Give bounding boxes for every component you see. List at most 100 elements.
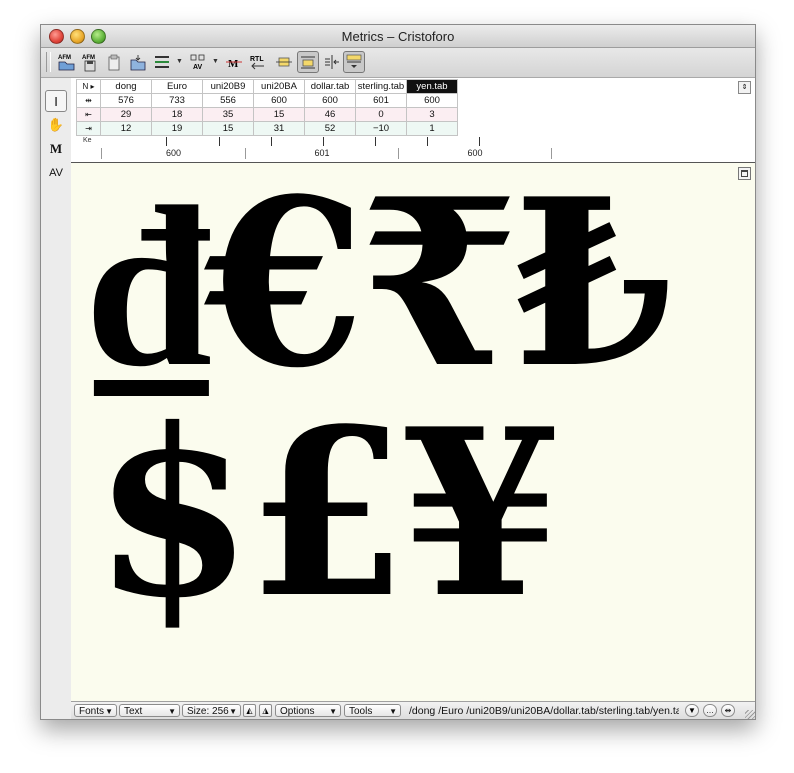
glyph-name-cell[interactable]: uni20B9 [202,79,254,94]
left-bearing-cell[interactable]: 18 [151,107,203,122]
left-bearing-cell[interactable]: 46 [304,107,356,122]
metrics-collapse-icon[interactable]: ⇕ [738,81,751,94]
options-select-label: Options [280,706,315,717]
ruler-value: 600 [398,148,551,159]
glyph-string-field[interactable]: /dong /Euro /uni20B9/uni20BA/dollar.tab/… [409,705,679,718]
ruler-end [551,148,552,159]
kern-tick [375,137,376,146]
paste-button[interactable] [127,51,149,73]
glyph-sterling-tab[interactable]: £ [247,399,407,629]
kerning-tool-button[interactable]: AV [45,162,67,184]
options-select[interactable]: Options ▼ [275,704,341,717]
right-bearing-cell[interactable]: −10 [355,121,407,136]
size-select[interactable]: Size: 256 ▼ [182,704,241,717]
outline-view-button[interactable]: ◭ [243,704,256,717]
left-bearing-cell[interactable]: 0 [355,107,407,122]
save-afm-button[interactable]: AFM [79,51,101,73]
metrics-m-icon: M [49,141,63,156]
kern-row[interactable] [101,135,521,148]
canvas-toggle-icon[interactable] [738,167,751,180]
width-cell[interactable]: 556 [202,93,254,108]
metrics-menu-button[interactable] [151,51,173,73]
clipboard-icon [108,54,120,71]
glyph-name-cell[interactable]: Euro [151,79,203,94]
metrics-tool-button[interactable]: M [45,138,67,160]
chevron-down-icon: ▼ [229,707,237,716]
outline-view-icon: ◭ [246,706,253,715]
kern-tick [166,137,167,146]
left-bearing-row: ⇤ 29 18 35 15 46 0 3 [76,107,458,122]
left-bearing-cell[interactable]: 35 [202,107,254,122]
width-row: ⇹ 576 733 556 600 600 601 600 [76,93,458,108]
metrics-window: Metrics – Cristoforo AFM AFM ▼ AV ▼ M RT… [40,24,756,720]
glyph-name-cell[interactable]: dollar.tab [304,79,356,94]
width-cell[interactable]: 600 [406,93,458,108]
status-bar: Fonts ▼ Text ▼ Size: 256 ▼ ◭ ◮ Options ▼ Too… [71,701,755,719]
glyph-lira[interactable]: ₺ [513,169,673,399]
more-button[interactable]: … [703,704,717,717]
align-left-button[interactable] [321,51,343,73]
chevron-down-icon: ▼ [329,707,337,716]
glyph-preview-canvas[interactable]: ₫€₹₺ $£¥ [71,163,755,701]
width-cell[interactable]: 600 [253,93,305,108]
fill-view-icon: ◮ [262,706,269,715]
kern-tick [479,137,480,146]
left-bearing-cell[interactable]: 29 [100,107,152,122]
kern-tick [271,137,272,146]
glyph-name-cell[interactable]: uni20BA [253,79,305,94]
kern-tick [219,137,220,146]
fonts-select[interactable]: Fonts ▼ [74,704,117,717]
glyph-rupee[interactable]: ₹ [359,169,519,399]
left-bearing-cell[interactable]: 3 [406,107,458,122]
left-bearing-icon: ⇤ [76,107,101,122]
width-ruler: 600 601 600 [71,148,755,160]
resize-grip-icon[interactable] [745,710,755,719]
direction-icon: ⇹ [724,706,732,715]
ruler-value: 600 [101,148,245,159]
right-bearing-cell[interactable]: 31 [253,121,305,136]
show-metrics-button[interactable] [297,51,319,73]
right-bearing-cell[interactable]: 15 [202,121,254,136]
right-bearing-cell[interactable]: 12 [100,121,152,136]
copy-button[interactable] [103,51,125,73]
glyph-euro[interactable]: € [205,169,365,399]
glyph-yen-tab[interactable]: ¥ [401,399,561,629]
right-bearing-row: ⇥ 12 19 15 31 52 −10 1 [76,121,458,136]
rtl-toggle-button[interactable]: ⇹ [721,704,735,717]
right-bearing-cell[interactable]: 52 [304,121,356,136]
width-cell[interactable]: 576 [100,93,152,108]
fill-view-button[interactable]: ◮ [259,704,272,717]
rtl-button[interactable]: RTL [247,51,269,73]
toolbar: AFM AFM ▼ AV ▼ M RTL [41,48,755,78]
string-menu-button[interactable]: ▼ [685,704,699,717]
width-icon: ⇹ [76,93,101,108]
kerning-menu-caret-icon[interactable]: ▼ [212,58,219,65]
svg-text:M: M [228,58,239,70]
names-row-header[interactable]: N ▸ [76,79,101,94]
chevron-down-icon: ▼ [389,707,397,716]
glyph-dong[interactable]: ₫ [93,169,211,399]
width-cell[interactable]: 601 [355,93,407,108]
width-cell[interactable]: 733 [151,93,203,108]
glyph-name-cell[interactable]: dong [100,79,152,94]
left-bearing-cell[interactable]: 15 [253,107,305,122]
glyph-dollar-tab[interactable]: $ [93,399,253,629]
toolbar-grip [46,52,51,72]
tools-select[interactable]: Tools ▼ [344,704,401,717]
glyph-name-cell-selected[interactable]: yen.tab [406,79,458,94]
mirror-button[interactable]: M [223,51,245,73]
kerning-menu-button[interactable]: AV [187,51,209,73]
width-cell[interactable]: 600 [304,93,356,108]
hand-tool-button[interactable]: ✋ [45,114,67,136]
options-button[interactable] [343,51,365,73]
center-button[interactable] [273,51,295,73]
ellipsis-icon: … [706,706,714,715]
glyph-name-cell[interactable]: sterling.tab [355,79,407,94]
text-select[interactable]: Text ▼ [119,704,180,717]
right-bearing-cell[interactable]: 1 [406,121,458,136]
title-bar[interactable]: Metrics – Cristoforo [41,25,755,48]
open-afm-button[interactable]: AFM [55,51,77,73]
metrics-menu-caret-icon[interactable]: ▼ [176,58,183,65]
text-tool-button[interactable]: I [45,90,67,112]
right-bearing-cell[interactable]: 19 [151,121,203,136]
